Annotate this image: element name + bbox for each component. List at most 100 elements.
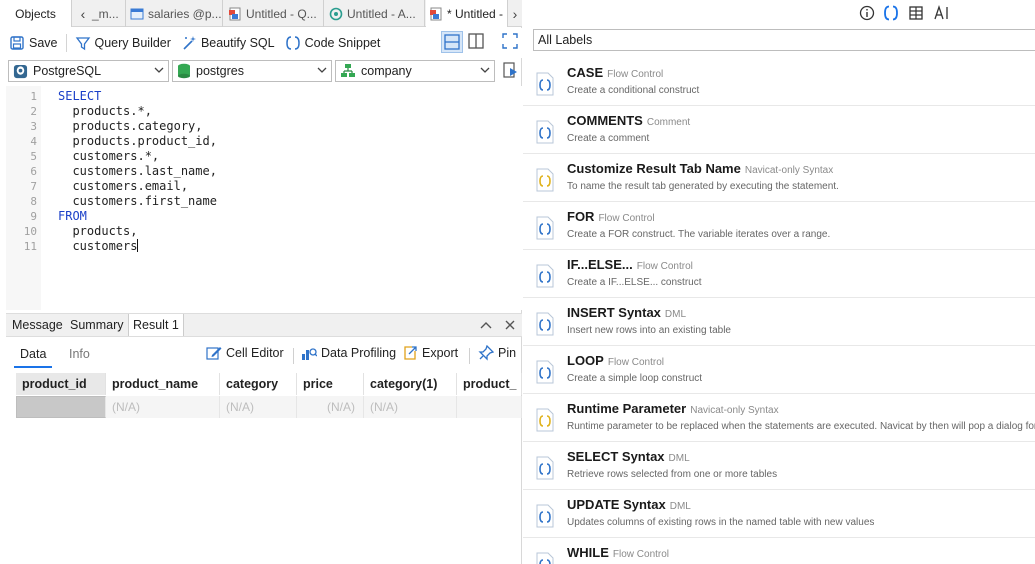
object-info-icon[interactable]: [908, 4, 924, 22]
tab-label: * Untitled -: [447, 6, 504, 21]
snippet-title: LOOP Flow Control: [567, 353, 664, 368]
snippet-if-else[interactable]: IF...ELSE... Flow Control Create a IF...E…: [523, 250, 1035, 298]
snippet-case[interactable]: CASE Flow Control Create a conditional co…: [523, 58, 1035, 106]
snippet-for[interactable]: FOR Flow Control Create a FOR construct. …: [523, 202, 1035, 250]
snippet-runtime-parameter[interactable]: Runtime Parameter Navicat-only Syntax Run…: [523, 394, 1035, 442]
code-line: products.product_id,: [58, 134, 217, 148]
snippet-name: Customize Result Tab Name: [567, 161, 741, 176]
split-horizontal-icon: [444, 34, 460, 50]
tab-untitled-query[interactable]: Untitled - Q...: [224, 0, 324, 27]
snippet-update-syntax[interactable]: UPDATE Syntax DML Updates columns of exis…: [523, 490, 1035, 538]
column-header[interactable]: product_name: [106, 373, 220, 395]
edit-icon: [206, 347, 222, 360]
tab-objects[interactable]: Objects: [0, 0, 72, 27]
code-brackets-blue-icon: [536, 216, 554, 240]
table-cell[interactable]: (N/A): [297, 396, 364, 418]
snippet-tag: DML: [664, 309, 687, 320]
table-cell[interactable]: (N/A): [220, 396, 297, 418]
snippet-description: Insert new rows into an existing table: [567, 325, 731, 336]
connection-selectors: PostgreSQL postgres company: [0, 58, 522, 84]
pin-button[interactable]: Pin: [478, 345, 516, 361]
snippet-title: WHILE Flow Control: [567, 545, 669, 560]
table-icon: [130, 8, 144, 19]
tab-untitled-analysis[interactable]: Untitled - A...: [325, 0, 425, 27]
layout-vertical-button[interactable]: [466, 31, 488, 53]
connection-select[interactable]: PostgreSQL: [8, 60, 169, 82]
snippet-title: FOR Flow Control: [567, 209, 655, 224]
editor-toolbar: Save Query Builder Beautify SQL Code Sni…: [0, 28, 522, 58]
tab-label: Data: [20, 347, 47, 361]
snippet-loop[interactable]: LOOP Flow Control Create a simple loop co…: [523, 346, 1035, 394]
layout-horizontal-button[interactable]: [441, 31, 463, 53]
snippet-tag: DML: [668, 453, 690, 464]
code-brackets-blue-icon: [536, 312, 554, 336]
column-header[interactable]: category: [220, 373, 297, 395]
snippet-select-syntax[interactable]: SELECT Syntax DML Retrieve rows selected …: [523, 442, 1035, 490]
table-cell[interactable]: (N/A): [364, 396, 457, 418]
code-line: customers.email,: [58, 179, 189, 193]
tab-data[interactable]: Data: [13, 347, 53, 368]
tab-message[interactable]: Message: [8, 314, 67, 336]
table-cell[interactable]: [457, 396, 522, 418]
code-line: products.*,: [58, 104, 152, 118]
divider: [65, 34, 67, 52]
label-filter-select[interactable]: All Labels: [533, 29, 1035, 51]
result-tab-bar: Message Summary Result 1: [6, 313, 522, 337]
sql-editor[interactable]: 1 2 3 4 5 6 7 8 9 10 11 SELECT products.…: [0, 86, 522, 310]
database-select[interactable]: postgres: [172, 60, 332, 82]
code-brackets-blue-icon: [536, 72, 554, 96]
tab-truncated[interactable]: _m...: [90, 0, 126, 27]
save-button[interactable]: Save: [4, 31, 63, 55]
tab-label: salaries @p...: [148, 6, 222, 21]
column-header[interactable]: category(1): [364, 373, 457, 395]
line-number: 3: [30, 120, 37, 133]
collapse-icon[interactable]: [478, 317, 494, 333]
maximize-button[interactable]: [500, 31, 520, 53]
snippet-name: IF...ELSE...: [567, 257, 633, 272]
info-icon[interactable]: [859, 4, 875, 22]
table-cell[interactable]: (N/A): [106, 396, 220, 418]
code-snippet-label: Code Snippet: [304, 36, 381, 50]
scroll-left-icon[interactable]: ‹: [76, 0, 90, 27]
tab-info[interactable]: Info: [69, 347, 90, 361]
snippet-title: CASE Flow Control: [567, 65, 663, 80]
line-number: 11: [23, 240, 37, 253]
data-profiling-button[interactable]: Data Profiling: [301, 345, 396, 361]
table-cell-selected[interactable]: [16, 396, 106, 418]
tab-current-query[interactable]: * Untitled -: [426, 0, 508, 27]
code-line: FROM: [58, 209, 87, 223]
query-builder-button[interactable]: Query Builder: [70, 31, 176, 55]
tab-summary[interactable]: Summary: [66, 314, 127, 336]
cell-editor-button[interactable]: Cell Editor: [206, 345, 284, 361]
snippet-description: Runtime parameter to be replaced when th…: [567, 421, 1035, 432]
code-snippet-tab-icon[interactable]: [883, 4, 899, 22]
close-icon[interactable]: [502, 317, 518, 333]
snippet-comments[interactable]: COMMENTS Comment Create a comment: [523, 106, 1035, 154]
line-number: 2: [30, 105, 37, 118]
divider: [469, 348, 470, 364]
tab-label: Info: [69, 347, 90, 361]
code-brackets-blue-icon: [536, 552, 554, 564]
snippet-while[interactable]: WHILE Flow Control: [523, 538, 1035, 564]
column-header[interactable]: price: [297, 373, 364, 395]
chevron-down-icon: [154, 67, 164, 73]
snippet-insert-syntax[interactable]: INSERT Syntax DML Insert new rows into an…: [523, 298, 1035, 346]
snippet-tag: Flow Control: [612, 549, 670, 560]
tab-salaries[interactable]: salaries @p...: [127, 0, 223, 27]
code-snippet-button[interactable]: Code Snippet: [280, 31, 386, 55]
result-grid[interactable]: product_id product_name category price c…: [16, 373, 522, 419]
beautify-sql-button[interactable]: Beautify SQL: [176, 31, 280, 55]
ai-assistant-icon[interactable]: [933, 4, 951, 22]
export-button[interactable]: Export: [402, 345, 458, 361]
snippet-name: UPDATE Syntax: [567, 497, 666, 512]
column-header[interactable]: product_: [457, 373, 522, 395]
column-header[interactable]: product_id: [16, 373, 106, 395]
line-number: 6: [30, 165, 37, 178]
tab-result-1[interactable]: Result 1: [128, 314, 184, 336]
snippet-description: Create a FOR construct. The variable ite…: [567, 229, 831, 240]
snippet-customize-result-tab-name[interactable]: Customize Result Tab Name Navicat-only Sy…: [523, 154, 1035, 202]
run-selected-button[interactable]: [502, 61, 520, 81]
code-brackets-yellow-icon: [536, 168, 554, 192]
schema-select[interactable]: company: [335, 60, 495, 82]
scroll-right-icon[interactable]: ›: [508, 0, 522, 27]
